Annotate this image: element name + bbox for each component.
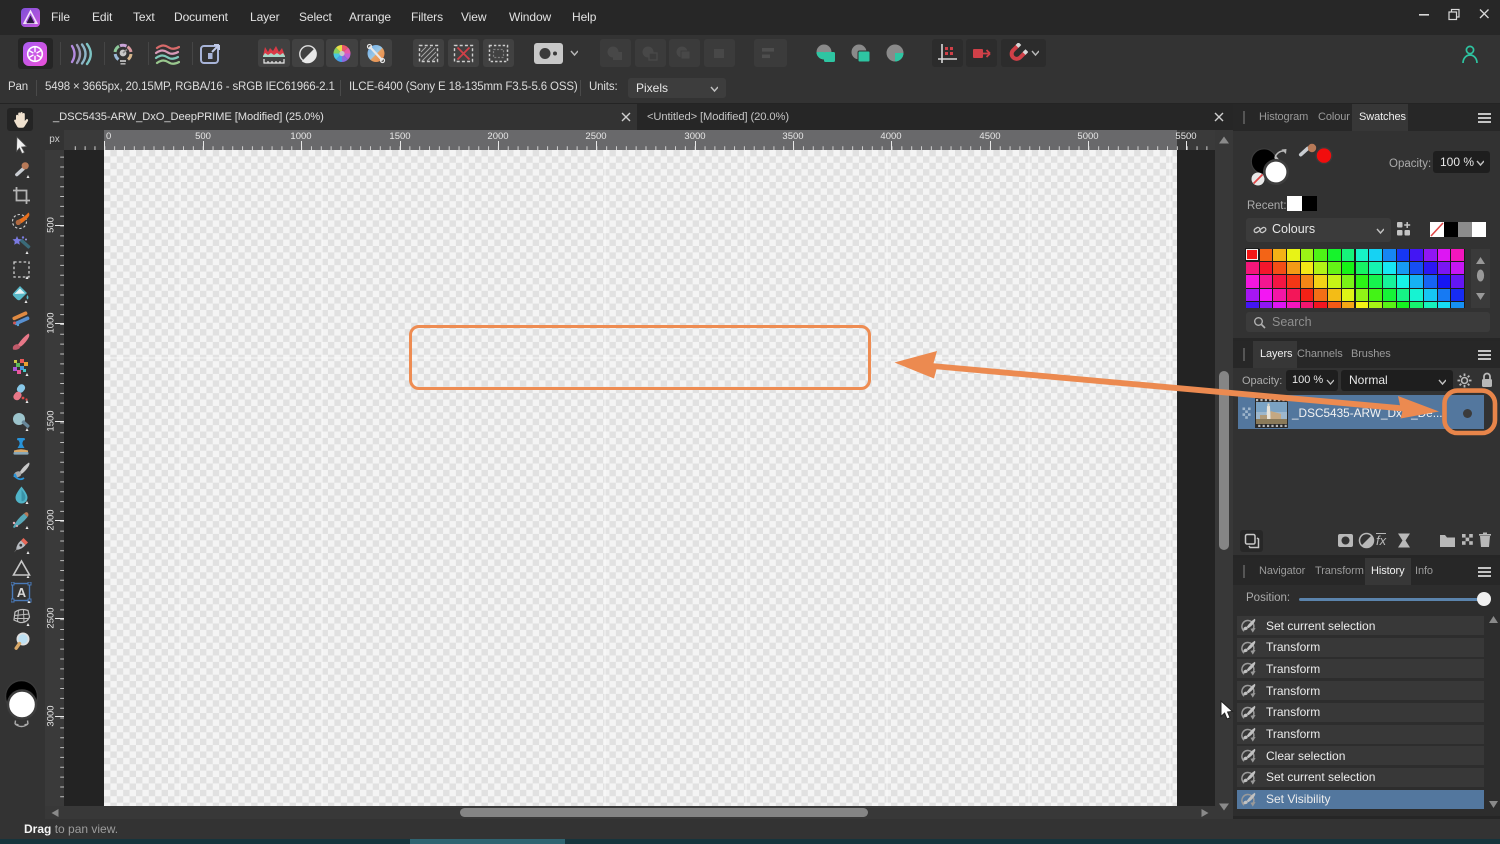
- svg-text:A: A: [17, 585, 27, 600]
